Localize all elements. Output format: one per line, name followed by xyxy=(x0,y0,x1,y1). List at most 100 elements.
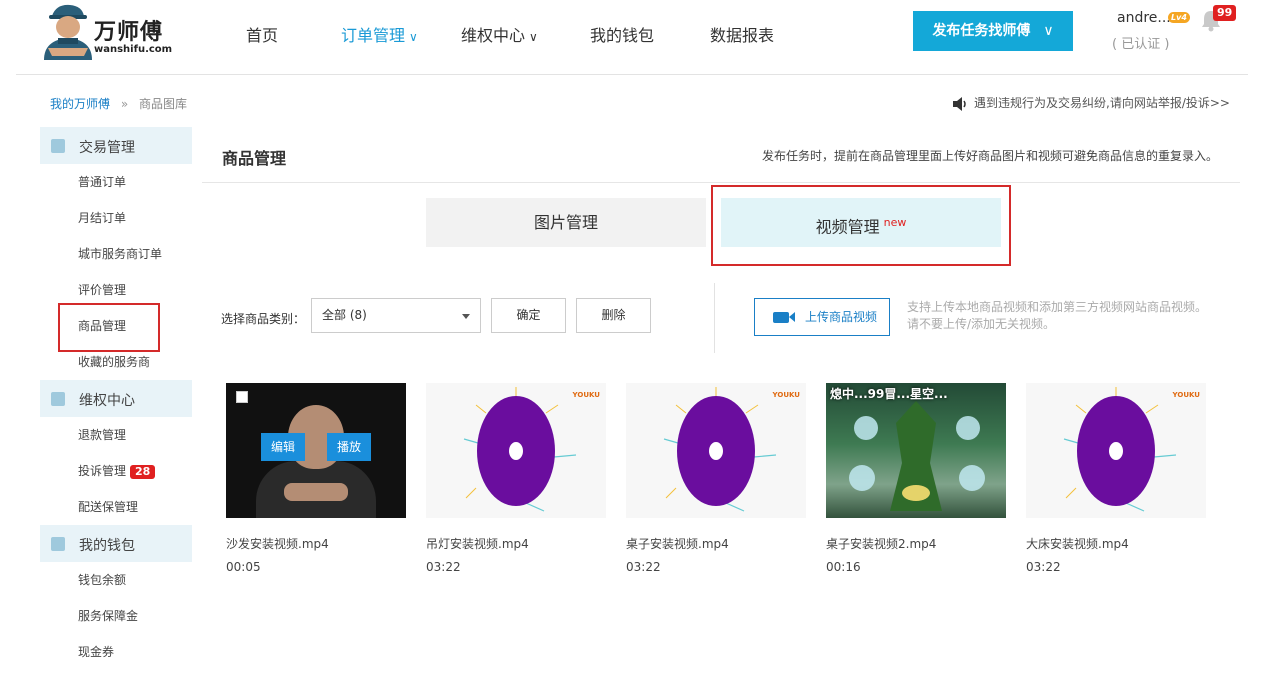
video-duration: 03:22 xyxy=(626,560,661,574)
sidebar-item-label: 普通订单 xyxy=(78,175,127,189)
wallet-icon xyxy=(51,537,65,551)
user-name[interactable]: andre... xyxy=(1117,10,1171,26)
sidebar-item-label: 投诉管理 xyxy=(78,464,127,478)
nav-home-label: 首页 xyxy=(246,26,279,45)
upload-video-label: 上传商品视频 xyxy=(805,310,878,324)
breadcrumb-home-link[interactable]: 我的万师傅 xyxy=(50,97,110,111)
report-notice-text: 遇到违规行为及交易纠纷,请向网站举报/投诉>> xyxy=(974,96,1230,110)
game-character-graphic xyxy=(849,401,985,511)
sidebar-item-complaints[interactable]: 投诉管理 28 xyxy=(40,453,192,489)
top-header: 万师傅 wanshifu.com 首页 订单管理 ∨ 维权中心 ∨ 我的钱包 数据报… xyxy=(0,0,1263,74)
upload-tip-line: 请不要上传/添加无关视频。 xyxy=(907,317,1056,331)
video-name: 吊灯安装视频.mp4 xyxy=(426,537,529,551)
video-thumbnail[interactable]: YOUKU xyxy=(426,383,606,518)
edit-button[interactable]: 编辑 xyxy=(261,433,305,461)
nav-wallet[interactable]: 我的钱包 xyxy=(590,22,654,46)
sidebar-item-city-orders[interactable]: 城市服务商订单 xyxy=(40,236,192,272)
category-select[interactable]: 全部 (8) xyxy=(311,298,481,333)
sidebar-group-label: 我的钱包 xyxy=(79,538,135,554)
nav-orders[interactable]: 订单管理 ∨ xyxy=(341,22,418,46)
user-verified-status: ( 已认证 ) xyxy=(1112,37,1170,52)
breadcrumb: 我的万师傅 » 商品图库 xyxy=(50,95,187,112)
sidebar-item-label: 服务保障金 xyxy=(78,609,139,623)
sidebar-item-deposit[interactable]: 服务保障金 xyxy=(40,598,192,634)
nav-reports[interactable]: 数据报表 xyxy=(710,22,774,46)
speaker-icon xyxy=(953,96,966,111)
nav-home[interactable]: 首页 xyxy=(246,22,278,46)
highlight-annotation-video-tab xyxy=(711,185,1011,266)
sidebar-item-label: 评价管理 xyxy=(78,283,127,297)
sidebar-item-monthly-orders[interactable]: 月结订单 xyxy=(40,200,192,236)
sidebar-item-delivery-insurance[interactable]: 配送保管理 xyxy=(40,489,192,525)
video-thumbnail[interactable]: YOUKU xyxy=(1026,383,1206,518)
upload-tip: 支持上传本地商品视频和添加第三方视频网站商品视频。 请不要上传/添加无关视频。 xyxy=(907,299,1207,333)
person-hands xyxy=(284,483,348,501)
upload-tip-line: 支持上传本地商品视频和添加第三方视频网站商品视频。 xyxy=(907,300,1208,314)
sidebar-group-rights[interactable]: 维权中心 xyxy=(40,380,192,417)
youku-watermark: YOUKU xyxy=(1172,391,1200,399)
report-notice-link[interactable]: 遇到违规行为及交易纠纷,请向网站举报/投诉>> xyxy=(952,94,1230,111)
select-checkbox[interactable] xyxy=(236,391,248,403)
chevron-down-icon: ∨ xyxy=(1043,23,1054,39)
youku-watermark: YOUKU xyxy=(772,391,800,399)
chevron-down-icon: ∨ xyxy=(529,30,538,44)
sidebar-item-balance[interactable]: 钱包余额 xyxy=(40,562,192,598)
sidebar-item-label: 配送保管理 xyxy=(78,500,139,514)
complaint-count-badge: 28 xyxy=(130,464,156,479)
sidebar-item-normal-orders[interactable]: 普通订单 xyxy=(40,164,192,200)
sidebar-item-label: 钱包余额 xyxy=(78,573,127,587)
caret-down-icon xyxy=(462,314,470,319)
breadcrumb-current: 商品图库 xyxy=(139,97,188,111)
sidebar-item-refunds[interactable]: 退款管理 xyxy=(40,417,192,453)
tab-label: 图片管理 xyxy=(533,213,598,232)
video-card[interactable]: 熄中...99冒...星空... 桌子安装视频2.mp4 00:16 xyxy=(826,383,1006,574)
toolbar-divider xyxy=(714,283,715,353)
chart-icon xyxy=(51,139,65,153)
shield-icon xyxy=(51,392,65,406)
tab-image-management[interactable]: 图片管理 xyxy=(426,198,706,247)
nav-rights[interactable]: 维权中心 ∨ xyxy=(461,22,538,46)
disc-thumbnail-graphic xyxy=(663,387,777,512)
video-name: 桌子安装视频.mp4 xyxy=(626,537,729,551)
video-duration: 03:22 xyxy=(426,560,461,574)
video-duration: 00:05 xyxy=(226,560,261,574)
breadcrumb-separator: » xyxy=(120,97,129,111)
video-card[interactable]: YOUKU 桌子安装视频.mp4 03:22 xyxy=(626,383,806,574)
upload-video-button[interactable]: 上传商品视频 xyxy=(754,298,890,336)
sidebar-item-label: 收藏的服务商 xyxy=(78,355,151,369)
video-thumbnail[interactable]: YOUKU xyxy=(626,383,806,518)
video-thumbnail[interactable]: 熄中...99冒...星空... xyxy=(826,383,1006,518)
sidebar-item-label: 城市服务商订单 xyxy=(78,247,163,261)
video-camera-icon xyxy=(773,312,789,323)
publish-task-label: 发布任务找师傅 xyxy=(932,23,1031,39)
sidebar-group-wallet[interactable]: 我的钱包 xyxy=(40,525,192,562)
category-label: 选择商品类别： xyxy=(221,312,306,326)
video-card[interactable]: YOUKU 吊灯安装视频.mp4 03:22 xyxy=(426,383,606,574)
video-name: 桌子安装视频2.mp4 xyxy=(826,537,937,551)
page-tip: 发布任务时，提前在商品管理里面上传好商品图片和视频可避免商品信息的重复录入。 xyxy=(761,149,1218,163)
notification-count-badge: 99 xyxy=(1213,5,1237,21)
video-name: 沙发安装视频.mp4 xyxy=(226,537,329,551)
nav-wallet-label: 我的钱包 xyxy=(590,26,655,45)
disc-thumbnail-graphic xyxy=(463,387,577,512)
category-select-value: 全部 (8) xyxy=(322,308,367,322)
video-card[interactable]: YOUKU 大床安装视频.mp4 03:22 xyxy=(1026,383,1206,574)
sidebar-group-label: 维权中心 xyxy=(79,393,135,409)
confirm-button[interactable]: 确定 xyxy=(491,298,566,333)
video-duration: 03:22 xyxy=(1026,560,1061,574)
publish-task-button[interactable]: 发布任务找师傅 ∨ xyxy=(913,11,1073,51)
worker-mascot-icon xyxy=(44,4,92,60)
sidebar-item-label: 月结订单 xyxy=(78,211,127,225)
sidebar-item-coupons[interactable]: 现金券 xyxy=(40,634,192,670)
page-title: 商品管理 xyxy=(222,149,287,168)
nav-rights-label: 维权中心 xyxy=(461,26,526,45)
nav-orders-label: 订单管理 xyxy=(341,26,406,45)
sidebar-group-trade[interactable]: 交易管理 xyxy=(40,127,192,164)
sidebar-item-label: 现金券 xyxy=(78,645,115,659)
disc-thumbnail-graphic xyxy=(1063,387,1177,512)
video-thumbnail[interactable]: 编辑 播放 xyxy=(226,383,406,518)
delete-button[interactable]: 删除 xyxy=(576,298,651,333)
play-button[interactable]: 播放 xyxy=(327,433,371,461)
video-card[interactable]: 编辑 播放 沙发安装视频.mp4 00:05 xyxy=(226,383,406,574)
brand-logo[interactable]: 万师傅 wanshifu.com xyxy=(38,2,172,60)
